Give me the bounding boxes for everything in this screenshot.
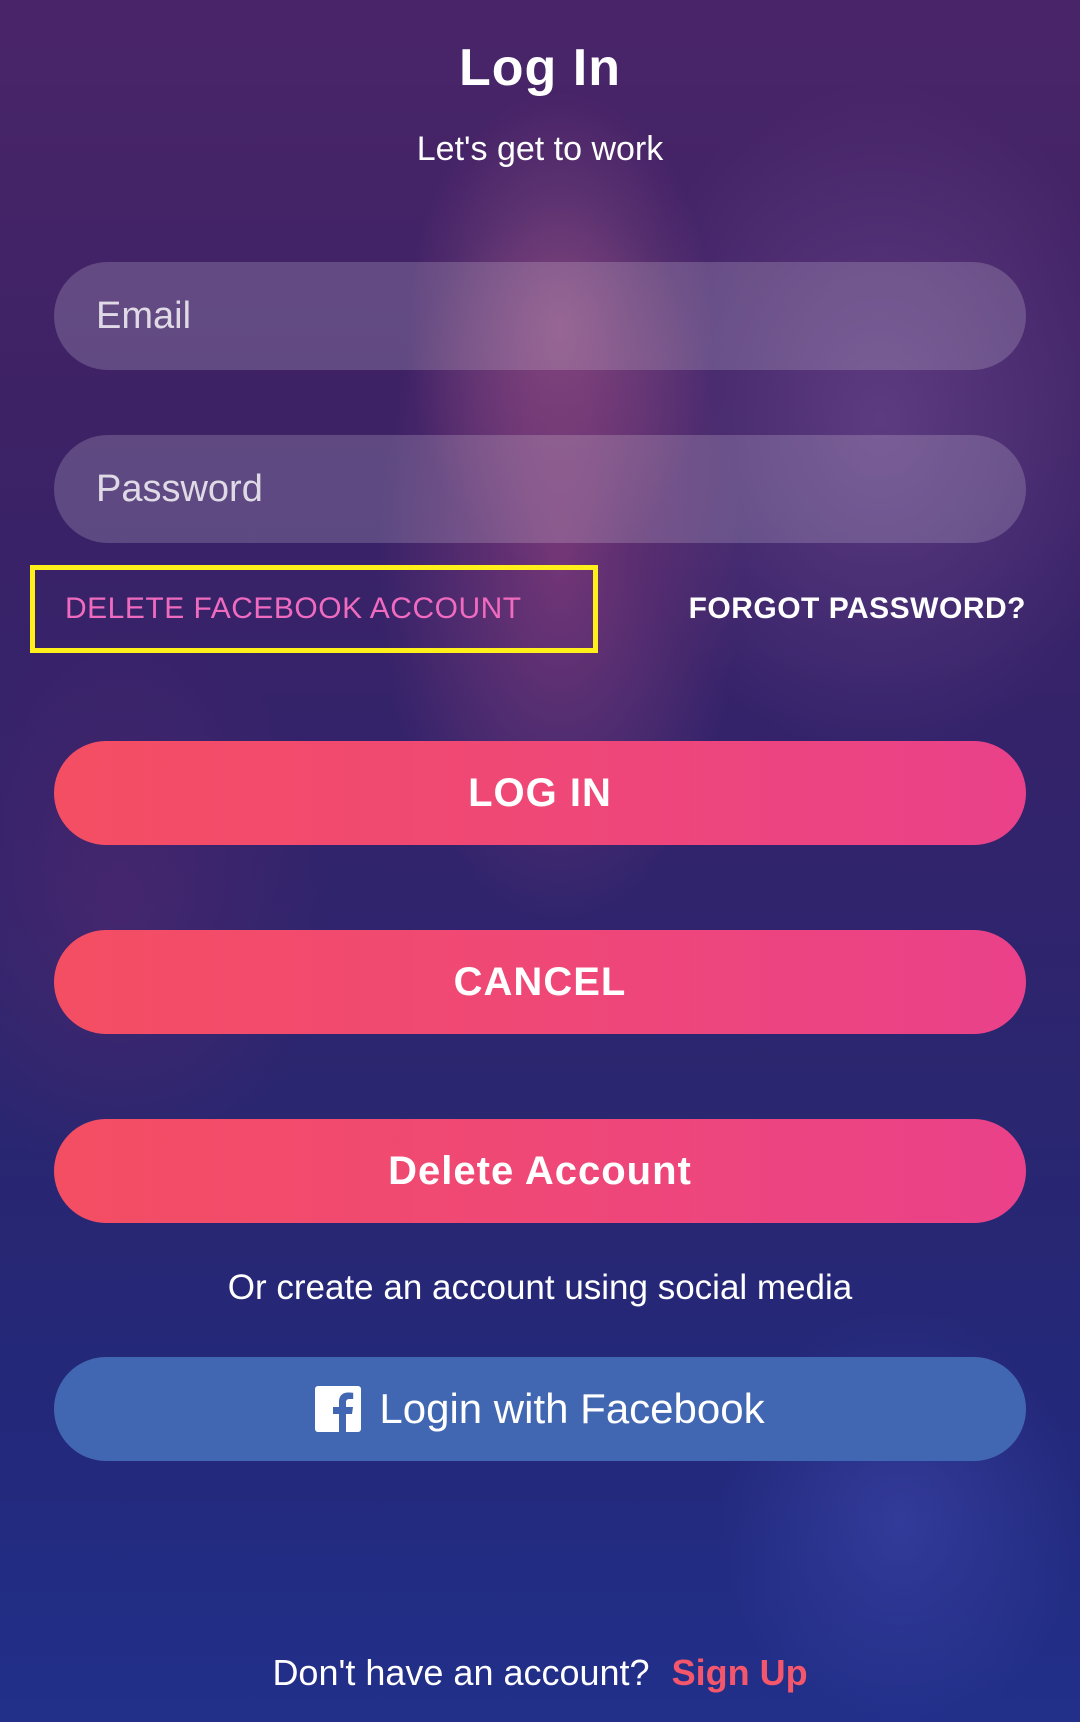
page-subtitle: Let's get to work (416, 130, 664, 168)
facebook-login-label: Login with Facebook (379, 1385, 765, 1432)
social-prompt: Or create an account using social media (227, 1268, 853, 1307)
email-placeholder: Email (96, 294, 192, 337)
login-screen: Log In Let's get to work Email Password … (0, 0, 1080, 1722)
password-placeholder: Password (96, 467, 263, 510)
delete-account-button-label: Delete Account (388, 1148, 692, 1193)
signup-link[interactable]: Sign Up (672, 1652, 808, 1693)
delete-account-button[interactable]: Delete Account (54, 1119, 1026, 1223)
login-button[interactable]: LOG IN (54, 741, 1026, 845)
email-input[interactable]: Email (54, 262, 1026, 370)
signup-question: Don't have an account? (272, 1652, 650, 1693)
cancel-button[interactable]: CANCEL (54, 930, 1026, 1034)
facebook-icon (315, 1386, 362, 1432)
cancel-button-label: CANCEL (453, 959, 627, 1004)
delete-facebook-account-label: DELETE FACEBOOK ACCOUNT (65, 592, 522, 625)
signup-footer: Don't have an account? Sign Up (0, 1652, 1080, 1694)
facebook-login-button[interactable]: Login with Facebook (54, 1357, 1026, 1461)
password-input[interactable]: Password (54, 435, 1026, 543)
forgot-password-label: FORGOT PASSWORD? (688, 592, 1026, 625)
forgot-password-link[interactable]: FORGOT PASSWORD? (689, 565, 1026, 653)
delete-facebook-account-link[interactable]: DELETE FACEBOOK ACCOUNT (30, 565, 598, 653)
links-row: DELETE FACEBOOK ACCOUNT FORGOT PASSWORD? (0, 565, 1080, 653)
page-title: Log In (459, 39, 621, 97)
login-button-label: LOG IN (468, 770, 612, 815)
